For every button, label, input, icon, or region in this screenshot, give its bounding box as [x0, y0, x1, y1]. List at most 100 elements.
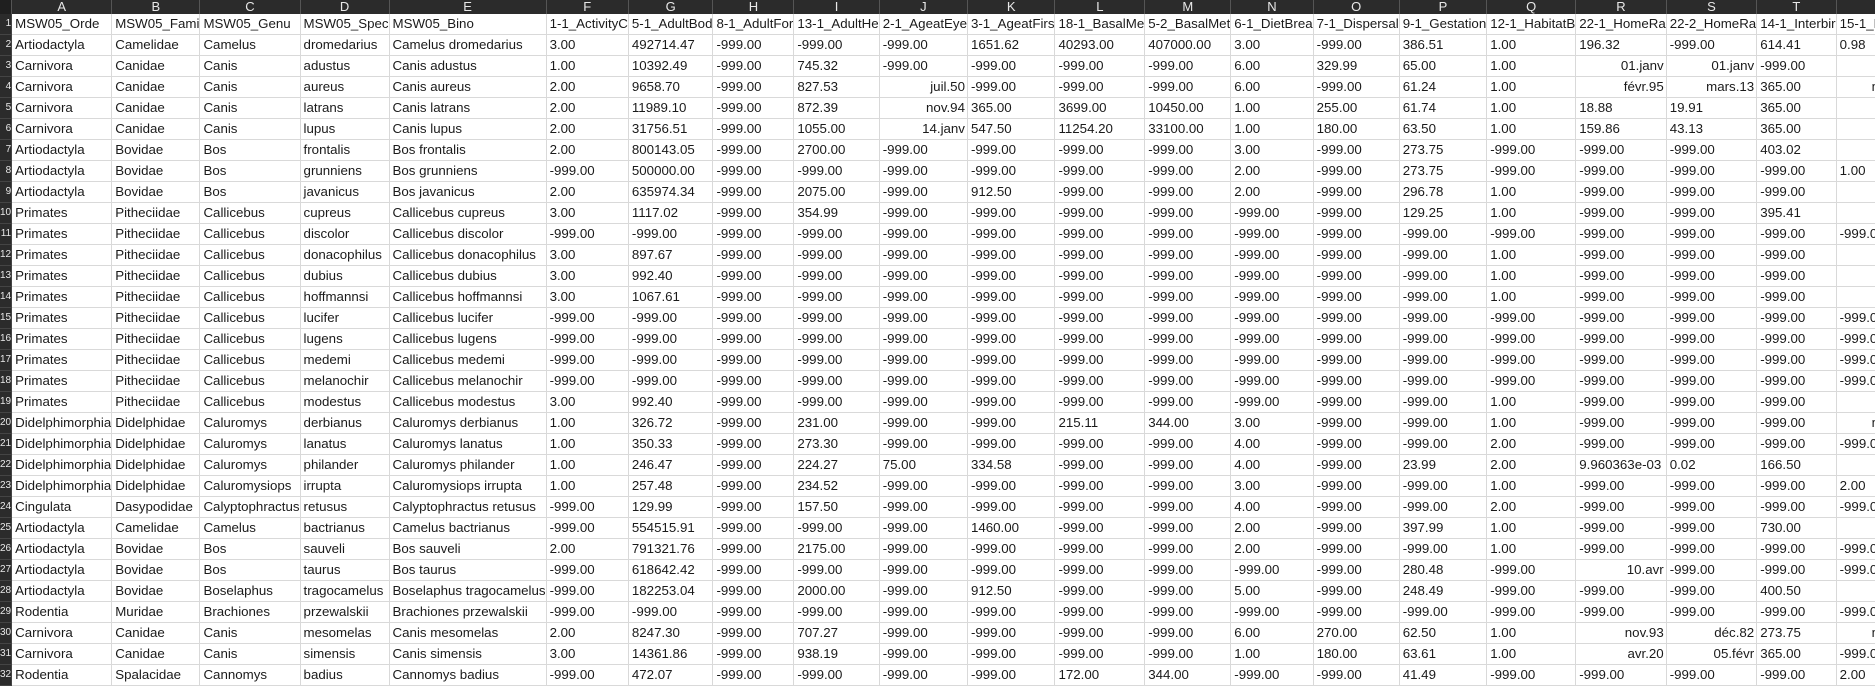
cell[interactable]: 8247.30 [628, 622, 714, 644]
cell[interactable]: -999.00 [712, 538, 795, 560]
cell[interactable]: 01.févr [1836, 391, 1875, 413]
cell[interactable]: -999.00 [1399, 349, 1488, 371]
row-header[interactable]: 20 [0, 412, 13, 434]
cell[interactable]: -999.00 [1575, 307, 1667, 329]
cell[interactable]: 41.49 [1399, 664, 1488, 686]
header-cell[interactable]: 7-1_Dispersal [1313, 14, 1400, 35]
cell[interactable]: -999.00 [967, 412, 1056, 434]
cell[interactable]: -999.00 [1399, 601, 1488, 623]
row-header[interactable]: 19 [0, 391, 13, 413]
cell[interactable]: 614.41 [1756, 34, 1837, 56]
cell[interactable]: -999.00 [1054, 496, 1146, 518]
cell[interactable]: -999.00 [967, 349, 1056, 371]
cell[interactable]: -999.00 [546, 370, 629, 392]
header-cell[interactable]: 5-2_BasalMet [1144, 14, 1232, 35]
cell[interactable]: 129.25 [1399, 202, 1488, 224]
cell[interactable]: Canis [199, 118, 301, 140]
row-header[interactable]: 26 [0, 538, 13, 560]
cell[interactable]: 180.00 [1313, 118, 1400, 140]
cell[interactable]: -999.00 [712, 34, 795, 56]
cell[interactable]: -999.00 [1575, 433, 1667, 455]
cell[interactable]: -999.00 [1486, 580, 1577, 602]
cell[interactable]: -999.00 [712, 412, 795, 434]
row-header[interactable]: 32 [0, 664, 13, 686]
cell[interactable]: -999.00 [967, 55, 1056, 77]
cell[interactable]: -999.00 [793, 391, 880, 413]
row-header[interactable]: 4 [0, 76, 13, 98]
cell[interactable]: Calyptophractus [199, 496, 301, 518]
cell[interactable]: -999.00 [1054, 202, 1146, 224]
cell[interactable]: 01.févr [1836, 244, 1875, 266]
cell[interactable]: latrans [300, 97, 390, 119]
cell[interactable]: 2.00 [546, 118, 629, 140]
cell[interactable]: -999.00 [1144, 601, 1232, 623]
cell[interactable]: 2.00 [546, 181, 629, 203]
cell[interactable]: Didelphidae [111, 475, 201, 497]
cell[interactable]: -999.00 [879, 286, 968, 308]
cell[interactable]: -999.00 [1666, 202, 1758, 224]
cell[interactable]: 1.00 [546, 475, 629, 497]
cell[interactable]: -999.00 [793, 244, 880, 266]
header-cell[interactable]: 18-1_BasalMe [1054, 14, 1146, 35]
cell[interactable]: -999.00 [1313, 328, 1400, 350]
cell[interactable]: -999.00 [546, 349, 629, 371]
cell[interactable]: Pitheciidae [111, 244, 201, 266]
column-header-u[interactable]: U [1836, 0, 1875, 14]
cell[interactable]: -999.00 [967, 370, 1056, 392]
cell[interactable]: -999.00 [1313, 202, 1400, 224]
cell[interactable]: 23.99 [1399, 454, 1488, 476]
cell[interactable]: -999.00 [1144, 517, 1232, 539]
cell[interactable]: -999.00 [1836, 601, 1875, 623]
cell[interactable]: Caluromys [199, 412, 301, 434]
cell[interactable]: 01.janv [1666, 55, 1758, 77]
cell[interactable]: Bos javanicus [389, 181, 547, 203]
row-header[interactable]: 16 [0, 328, 13, 350]
row-header[interactable]: 31 [0, 643, 13, 665]
cell[interactable]: -999.00 [1144, 328, 1232, 350]
cell[interactable]: 1.00 [1486, 118, 1577, 140]
cell[interactable]: -999.00 [967, 160, 1056, 182]
cell[interactable]: Caluromysiops irrupta [389, 475, 547, 497]
cell[interactable]: Primates [11, 244, 113, 266]
cell[interactable]: -999.00 [1575, 328, 1667, 350]
cell[interactable]: -999.00 [967, 622, 1056, 644]
cell[interactable]: -999.00 [1144, 391, 1232, 413]
cell[interactable]: -999.00 [1144, 349, 1232, 371]
cell[interactable]: 6.00 [1230, 622, 1314, 644]
cell[interactable]: -999.00 [1054, 580, 1146, 602]
cell[interactable]: Canidae [111, 55, 201, 77]
cell[interactable]: 0.02 [1666, 454, 1758, 476]
cell[interactable]: Canidae [111, 76, 201, 98]
cell[interactable]: -999.00 [1144, 307, 1232, 329]
cell[interactable]: -999.00 [1486, 223, 1577, 245]
cell[interactable]: 0.98 [1836, 34, 1875, 56]
cell[interactable]: -999.00 [879, 601, 968, 623]
row-header[interactable]: 23 [0, 475, 13, 497]
cell[interactable]: -999.00 [712, 265, 795, 287]
cell[interactable]: 1.00 [1486, 538, 1577, 560]
cell[interactable]: 9.960363e-03 [1575, 454, 1667, 476]
row-header[interactable]: 3 [0, 55, 13, 77]
cell[interactable]: 61.74 [1399, 97, 1488, 119]
cell[interactable]: 257.48 [628, 475, 714, 497]
cell[interactable]: Bovidae [111, 538, 201, 560]
cell[interactable]: -999.00 [546, 517, 629, 539]
row-header[interactable]: 9 [0, 181, 13, 203]
cell[interactable]: 75.00 [879, 454, 968, 476]
cell[interactable]: 2.00 [1836, 475, 1875, 497]
cell[interactable]: sauveli [300, 538, 390, 560]
column-header-p[interactable]: P [1399, 0, 1488, 14]
cell[interactable]: 3699.00 [1054, 97, 1146, 119]
cell[interactable]: -999.00 [1399, 307, 1488, 329]
cell[interactable]: -999.00 [1054, 454, 1146, 476]
cell[interactable]: 65.00 [1399, 55, 1488, 77]
cell[interactable]: -999.00 [712, 97, 795, 119]
cell[interactable]: -999.00 [1313, 349, 1400, 371]
cell[interactable]: -999.00 [546, 328, 629, 350]
cell[interactable]: Boselaphus [199, 580, 301, 602]
cell[interactable]: Camelus bactrianus [389, 517, 547, 539]
cell[interactable]: 172.00 [1054, 664, 1146, 686]
cell[interactable]: Brachiones [199, 601, 301, 623]
column-header-s[interactable]: S [1666, 0, 1758, 14]
cell[interactable]: -999.00 [1144, 370, 1232, 392]
